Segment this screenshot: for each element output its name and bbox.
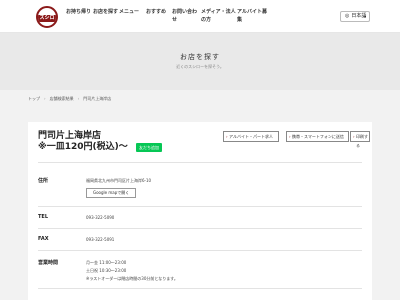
breadcrumb-top[interactable]: トップ	[28, 96, 40, 102]
site-header: スシロー お持ち帰り お店を探す メニュー おすすめ お問い合わせ メディア・法…	[0, 0, 400, 33]
chevron-right-icon: ›	[226, 134, 228, 139]
divider	[38, 162, 362, 163]
hours-weekend: 土日祝 10:30〜23:00	[86, 268, 127, 273]
main-nav: お持ち帰り お店を探す メニュー おすすめ お問い合わせ メディア・法人の方 ア…	[66, 8, 267, 24]
google-map-button[interactable]: Google mapで開く	[86, 188, 137, 198]
language-selector[interactable]: ◎ 日本語 ▾	[340, 11, 370, 22]
divider	[38, 288, 362, 289]
print-button[interactable]: › 印刷する	[350, 131, 370, 148]
fax-label: FAX	[38, 236, 49, 242]
nav-item-media[interactable]: メディア・法人の方	[201, 8, 237, 24]
breadcrumb-search-results[interactable]: 店舗検索結果	[50, 96, 74, 102]
nav-item-contact[interactable]: お問い合わせ	[172, 8, 201, 24]
nav-item-recommend[interactable]: おすすめ	[146, 8, 172, 24]
nav-item-find-store[interactable]: お店を探す	[93, 8, 119, 24]
tel-label: TEL	[38, 214, 49, 220]
breadcrumb-separator: ›	[77, 96, 80, 101]
logo-text: スシロー	[39, 15, 55, 28]
fax-value: 093-322-5091	[86, 237, 115, 242]
send-to-mobile-button[interactable]: › 携帯・スマートフォンに送信	[286, 131, 349, 142]
address-value: 福岡県北九州市門司区片上海岸6-10	[86, 178, 152, 183]
divider	[38, 250, 362, 251]
store-name: 門司片上海岸店	[38, 131, 102, 141]
store-card: 門司片上海岸店 ※一皿120円(税込)〜 友だち追加 › アルバイト・パート求人 …	[28, 122, 372, 300]
globe-icon: ◎	[345, 13, 350, 19]
breadcrumb: トップ › 店舗検索結果 › 門司片上海岸店	[28, 96, 111, 102]
nav-item-menu[interactable]: メニュー	[119, 8, 146, 24]
divider	[38, 228, 362, 229]
page-hero: お店を探す 近くのスシローを探そう。	[0, 33, 400, 90]
hours-weekday: 月～金 11:00〜23:00	[86, 260, 127, 265]
send-to-mobile-label: 携帯・スマートフォンに送信	[292, 134, 344, 139]
store-price-note: ※一皿120円(税込)〜	[38, 142, 128, 152]
address-label: 住所	[38, 178, 49, 184]
page-title: お店を探す	[180, 53, 220, 61]
breadcrumb-current: 門司片上海岸店	[83, 96, 112, 101]
chevron-right-icon: ›	[289, 134, 291, 139]
nav-item-recruit[interactable]: アルバイト募集	[237, 8, 267, 24]
chevron-right-icon: ›	[353, 134, 355, 139]
breadcrumb-separator: ›	[44, 96, 46, 101]
line-add-friend-button[interactable]: 友だち追加	[136, 143, 162, 152]
nav-item-takeout[interactable]: お持ち帰り	[66, 8, 93, 24]
hours-last-order-note: ※ラストオーダーは閉店時間の30分前となります。	[86, 276, 178, 281]
tel-value[interactable]: 093-322-5090	[86, 214, 114, 221]
divider	[38, 206, 362, 207]
parttime-jobs-button[interactable]: › アルバイト・パート求人	[223, 131, 279, 142]
print-label: 印刷する	[356, 134, 368, 148]
page-subtitle: 近くのスシローを探そう。	[176, 64, 224, 69]
chevron-down-icon: ▾	[363, 14, 366, 19]
sushiro-logo[interactable]: スシロー	[36, 6, 58, 28]
hours-label: 営業時間	[38, 260, 59, 266]
parttime-jobs-label: アルバイト・パート求人	[229, 134, 273, 139]
